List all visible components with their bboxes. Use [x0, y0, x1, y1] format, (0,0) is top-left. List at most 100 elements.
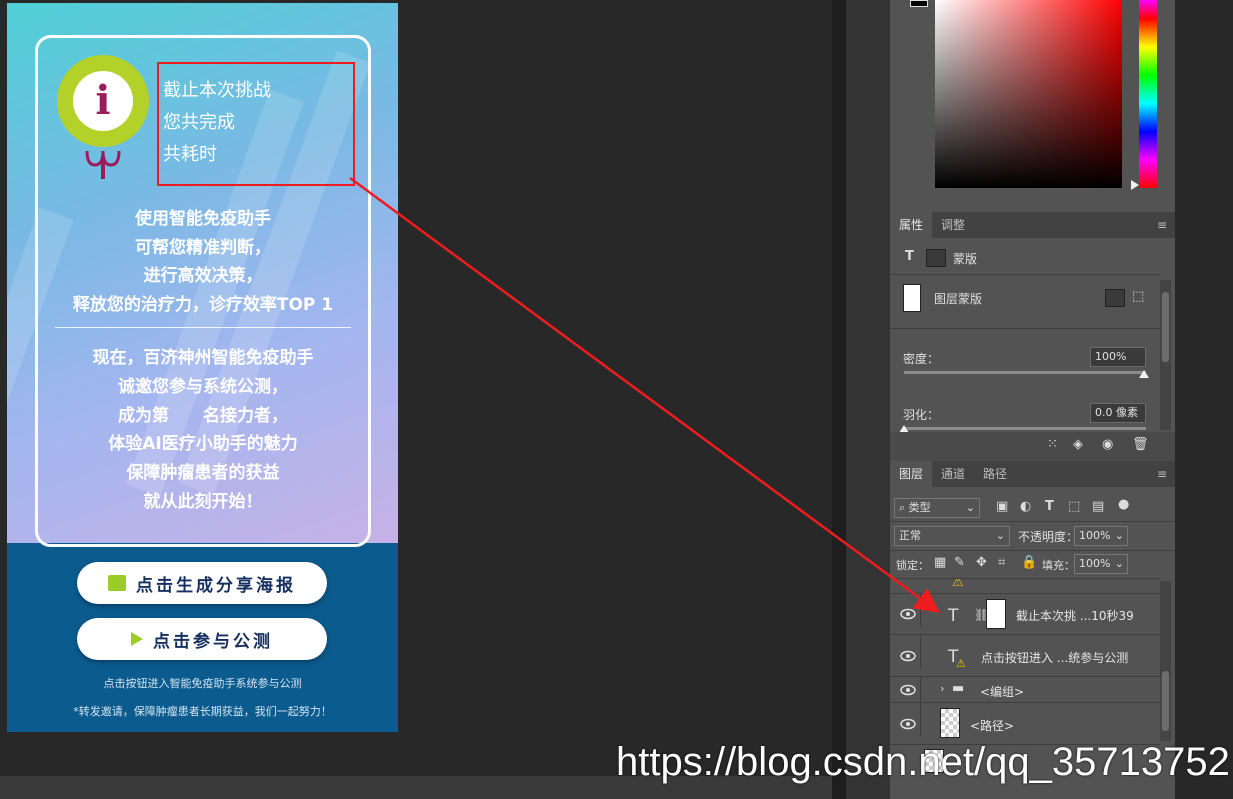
eye-icon[interactable]: ◉: [1102, 437, 1113, 452]
density-label: 密度：: [903, 352, 940, 366]
layers-scrollbar[interactable]: [1160, 581, 1171, 741]
filter-pixel-icon[interactable]: ▣: [996, 499, 1008, 514]
filter-adjustment-icon[interactable]: ◐: [1020, 499, 1031, 514]
feather-label: 羽化：: [903, 408, 940, 422]
select-mask-icon[interactable]: [1105, 289, 1125, 307]
layer-filter-select[interactable]: ⌕ 类型 ⌄: [894, 498, 980, 518]
feather-input[interactable]: 0.0 像素: [1090, 403, 1146, 423]
body-line: 保障肿瘤患者的获益: [126, 463, 280, 484]
photoshop-window: i 截止本次挑战 您共完成 共耗时 使用智能免疫助手 可帮您精准判断， 进行高效…: [0, 0, 1233, 799]
image-icon: [108, 575, 126, 591]
poster-divider: [55, 327, 351, 328]
trash-icon[interactable]: 🗑: [1132, 437, 1149, 452]
folder-icon: ▬: [952, 681, 965, 696]
watermark-url: https://blog.csdn.net/qq_35713752: [616, 740, 1230, 784]
density-slider[interactable]: [904, 371, 1146, 374]
layer-mask-label: 图层蒙版: [934, 292, 983, 306]
fill-value: 100%: [1079, 557, 1111, 570]
hue-slider[interactable]: [1139, 0, 1157, 188]
layer-row[interactable]: T ⚠ 点击按钮进入 ...统参与公测: [890, 634, 1160, 676]
density-slider-thumb[interactable]: [1139, 370, 1149, 378]
mask-title: 蒙版: [953, 252, 978, 266]
foreground-color-swatch[interactable]: [910, 0, 928, 7]
blend-mode-select[interactable]: 正常 ⌄: [894, 526, 1010, 546]
layer-row[interactable]: › ▬ <编组>: [890, 676, 1160, 710]
opacity-label: 不透明度：: [1018, 530, 1079, 544]
filter-smart-object-icon[interactable]: ▤: [1092, 499, 1104, 514]
opacity-input[interactable]: 100% ⌄: [1074, 526, 1128, 546]
chevron-down-icon: ⌄: [965, 501, 975, 514]
layer-mask-thumbnail: [903, 284, 921, 312]
load-selection-icon[interactable]: ⁙: [1047, 437, 1058, 452]
search-icon: ⌕: [899, 501, 906, 514]
lock-transparent-icon[interactable]: ▦: [934, 555, 946, 570]
lock-move-icon[interactable]: ✥: [976, 555, 987, 570]
tab-layers[interactable]: 图层: [890, 461, 933, 487]
intro-line: 进行高效决策，: [143, 266, 263, 286]
layer-row[interactable]: <路径>: [890, 702, 1160, 744]
filter-text-icon[interactable]: T: [1045, 499, 1054, 514]
chevron-down-icon: ⌄: [995, 529, 1005, 542]
lock-all-icon[interactable]: 🔒: [1021, 555, 1037, 570]
panel-gutter: [832, 0, 846, 799]
tab-properties[interactable]: 属性: [890, 212, 933, 238]
button-hint-text: 点击按钮进入智能免疫助手系统参与公测: [103, 677, 302, 690]
apply-mask-icon[interactable]: ◈: [1073, 437, 1083, 452]
filter-type-label: 类型: [908, 501, 931, 514]
chevron-right-icon[interactable]: ›: [940, 682, 944, 695]
feather-slider[interactable]: [904, 427, 1146, 430]
layer-name[interactable]: <编组>: [980, 683, 1024, 700]
tab-adjustments[interactable]: 调整: [932, 212, 974, 238]
layers-tabbar: 图层 通道 路径 ≡: [890, 461, 1175, 487]
layer-row-partial[interactable]: ⚠: [890, 578, 1160, 593]
mask-type-icon: [926, 249, 946, 267]
chevron-down-icon: ⌄: [1114, 529, 1124, 542]
vector-mask-icon[interactable]: ⬚: [1132, 289, 1144, 304]
layer-name[interactable]: 点击按钮进入 ...统参与公测: [981, 649, 1128, 666]
logo-info-icon: i: [57, 55, 149, 147]
intro-text-block: 使用智能免疫助手 可帮您精准判断， 进行高效决策， 释放您的治疗力，诊疗效率TO…: [35, 205, 371, 319]
tab-channels[interactable]: 通道: [932, 461, 974, 487]
opacity-value: 100%: [1079, 529, 1111, 542]
filter-toggle-icon[interactable]: ●: [1118, 497, 1129, 512]
layer-mask-thumbnail: [986, 599, 1006, 629]
warning-icon: ⚠: [952, 578, 964, 590]
properties-panel: 属性 调整 ≡ T 蒙版 图层蒙版 ⬚ 密度： 100% 羽化： 0.0 像素 …: [890, 210, 1175, 462]
tab-paths[interactable]: 路径: [974, 461, 1016, 487]
visibility-eye-icon[interactable]: [900, 650, 916, 662]
body-line: 就从此刻开始！: [143, 491, 263, 512]
visibility-eye-icon[interactable]: [900, 608, 916, 620]
body-line: 诚邀您参与系统公测，: [118, 376, 288, 397]
annotation-highlight-box: [157, 62, 355, 186]
layer-name[interactable]: <路径>: [970, 717, 1014, 734]
saturation-brightness-field[interactable]: [935, 0, 1122, 188]
lock-brush-icon[interactable]: ✎: [954, 555, 965, 570]
path-layer-thumbnail: [940, 708, 960, 738]
layer-row[interactable]: T ⛓ 截止本次挑 ...10秒39: [890, 593, 1160, 634]
body-line: 成为第 名接力者，: [118, 405, 288, 426]
intro-line: 释放您的治疗力，诊疗效率TOP 1: [72, 294, 334, 315]
visibility-eye-icon[interactable]: [900, 718, 916, 730]
document-canvas[interactable]: i 截止本次挑战 您共完成 共耗时 使用智能免疫助手 可帮您精准判断， 进行高效…: [0, 0, 832, 776]
test-button-label: 点击参与公测: [153, 631, 273, 652]
chevron-down-icon: ⌄: [1114, 557, 1124, 570]
blend-mode-value: 正常: [899, 529, 921, 542]
density-input[interactable]: 100%: [1090, 347, 1146, 367]
lock-artboard-icon[interactable]: ⌗: [998, 555, 1005, 570]
hue-slider-thumb[interactable]: [1131, 180, 1139, 190]
join-public-test-button[interactable]: 点击参与公测: [77, 618, 327, 660]
visibility-eye-icon[interactable]: [900, 684, 916, 696]
text-type-icon: T: [905, 249, 914, 264]
share-button-label: 点击生成分享海报: [136, 575, 296, 596]
fill-input[interactable]: 100% ⌄: [1074, 554, 1128, 574]
panel-menu-icon[interactable]: ≡: [1157, 218, 1167, 232]
poster-artboard[interactable]: i 截止本次挑战 您共完成 共耗时 使用智能免疫助手 可帮您精准判断， 进行高效…: [7, 3, 398, 732]
stethoscope-icon: [85, 150, 121, 179]
layer-name[interactable]: 截止本次挑 ...10秒39: [1016, 607, 1134, 624]
filter-shape-icon[interactable]: ⬚: [1068, 499, 1080, 514]
layers-menu-icon[interactable]: ≡: [1157, 467, 1167, 481]
play-icon: [131, 632, 143, 646]
properties-tabbar: 属性 调整 ≡: [890, 212, 1175, 238]
properties-scrollbar[interactable]: [1160, 280, 1171, 430]
generate-share-poster-button[interactable]: 点击生成分享海报: [77, 562, 327, 604]
